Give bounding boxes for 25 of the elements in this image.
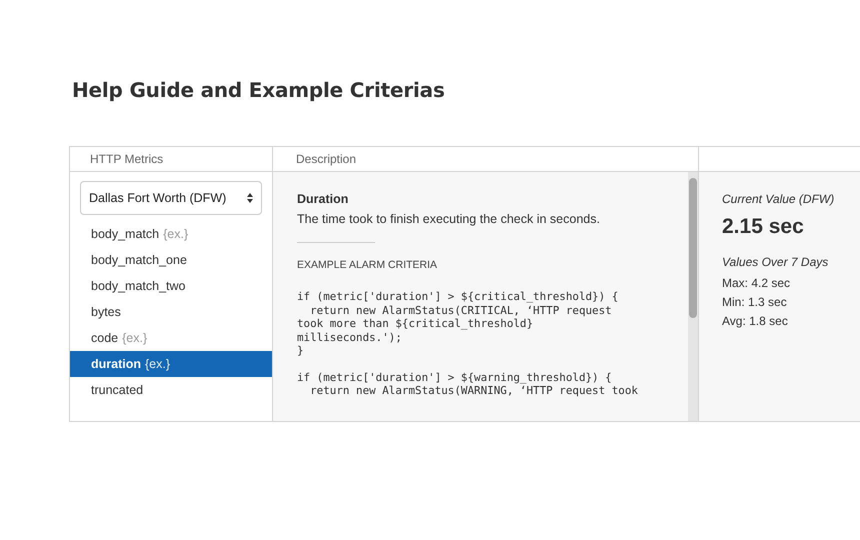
current-value: 2.15 sec (722, 215, 805, 239)
code-text: if (metric['duration'] > ${warning_threshold}) { return new AlarmStatus(WARNING, ‘HTTP request took (297, 370, 638, 398)
metric-item[interactable]: code {ex.} (70, 325, 272, 351)
metric-item[interactable]: body_match {ex.} (70, 221, 272, 247)
stat-line: Avg: 1.8 sec (722, 314, 789, 328)
stat-line: Min: 1.3 sec (722, 295, 788, 309)
metric-item[interactable]: body_match_one (70, 247, 272, 273)
criteria-heading: EXAMPLE ALARM CRITERIA (297, 259, 438, 271)
metric-item[interactable]: bytes (70, 299, 272, 325)
metric-title: Duration (297, 192, 350, 206)
code-text: if (metric['duration'] > ${critical_threshold}) { return new AlarmStatus(CRITICAL, ‘HTTP request took more than ${critical_threshold} milliseconds.'); } (297, 290, 618, 358)
current-value-label: Current Value (DFW) (722, 192, 836, 206)
metric-item[interactable]: duration {ex.} (70, 351, 272, 377)
column-header: HTTP Metrics (90, 152, 164, 166)
scrollbar-thumb[interactable] (689, 178, 697, 318)
metric-description: The time took to finish executing the check in seconds. (297, 212, 601, 226)
select-arrows-icon (247, 193, 253, 203)
scrollbar-track[interactable] (688, 172, 698, 421)
range-label: Values Over 7 Days (722, 255, 830, 269)
stat-line: Max: 4.2 sec (722, 276, 792, 290)
metric-item[interactable]: truncated (70, 377, 272, 403)
region-select[interactable]: Dallas Fort Worth (DFW) (80, 181, 262, 215)
metric-item[interactable]: body_match_two (70, 273, 272, 299)
page-title: Help Guide and Example Criterias (72, 78, 446, 102)
column-header: Description (296, 152, 356, 166)
